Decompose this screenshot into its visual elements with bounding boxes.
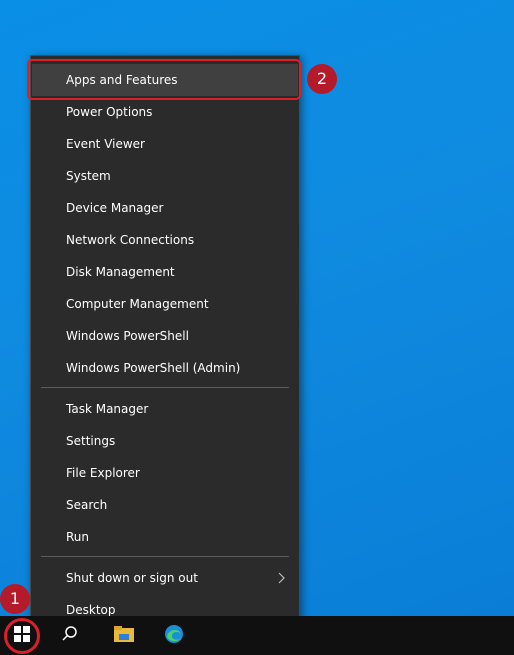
menu-item-label: Power Options — [66, 105, 153, 119]
menu-item-power-options[interactable]: Power Options — [32, 96, 298, 128]
menu-item-computer-management[interactable]: Computer Management — [32, 288, 298, 320]
taskbar — [0, 616, 514, 655]
taskbar-file-explorer-button[interactable] — [104, 616, 144, 655]
menu-item-label: Disk Management — [66, 265, 175, 279]
menu-item-shut-down-or-sign-out[interactable]: Shut down or sign out — [32, 562, 298, 594]
menu-item-network-connections[interactable]: Network Connections — [32, 224, 298, 256]
chevron-right-icon — [278, 562, 290, 594]
file-explorer-icon — [113, 625, 135, 647]
menu-item-label: Event Viewer — [66, 137, 145, 151]
highlight-callout-box — [27, 59, 301, 100]
start-button-highlight-ring — [4, 618, 40, 654]
menu-item-settings[interactable]: Settings — [32, 425, 298, 457]
menu-item-run[interactable]: Run — [32, 521, 298, 553]
step-1-badge: 1 — [0, 584, 30, 614]
taskbar-search-button[interactable] — [50, 616, 90, 655]
menu-item-windows-powershell[interactable]: Windows PowerShell — [32, 320, 298, 352]
taskbar-edge-button[interactable] — [154, 616, 194, 655]
menu-separator — [41, 556, 289, 557]
menu-item-label: System — [66, 169, 111, 183]
menu-item-system[interactable]: System — [32, 160, 298, 192]
menu-item-device-manager[interactable]: Device Manager — [32, 192, 298, 224]
menu-item-label: Settings — [66, 434, 116, 448]
menu-item-label: Search — [66, 498, 108, 512]
menu-item-label: Task Manager — [66, 402, 149, 416]
menu-item-label: Windows PowerShell (Admin) — [66, 361, 241, 375]
menu-item-label: Network Connections — [66, 233, 195, 247]
menu-item-label: Device Manager — [66, 201, 164, 215]
winx-context-menu: Apps and Features Power Options Event Vi… — [30, 55, 300, 633]
menu-item-windows-powershell-admin[interactable]: Windows PowerShell (Admin) — [32, 352, 298, 384]
menu-item-search[interactable]: Search — [32, 489, 298, 521]
menu-item-label: Windows PowerShell — [66, 329, 189, 343]
step-2-badge: 2 — [307, 64, 337, 94]
menu-item-label: Shut down or sign out — [66, 571, 198, 585]
menu-item-label: File Explorer — [66, 466, 140, 480]
edge-icon — [164, 624, 184, 648]
menu-item-label: Computer Management — [66, 297, 209, 311]
menu-item-label: Run — [66, 530, 90, 544]
menu-item-task-manager[interactable]: Task Manager — [32, 393, 298, 425]
search-icon — [61, 625, 79, 647]
menu-item-disk-management[interactable]: Disk Management — [32, 256, 298, 288]
menu-separator — [41, 387, 289, 388]
menu-item-event-viewer[interactable]: Event Viewer — [32, 128, 298, 160]
menu-item-file-explorer[interactable]: File Explorer — [32, 457, 298, 489]
